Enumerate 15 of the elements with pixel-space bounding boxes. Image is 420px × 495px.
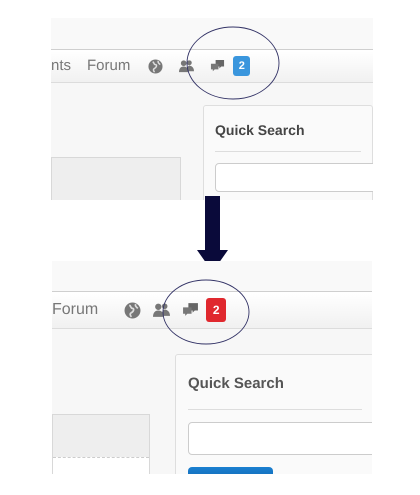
search-field[interactable] <box>215 163 373 192</box>
chat-bubbles-icon[interactable] <box>182 302 200 318</box>
users-icon[interactable] <box>153 302 170 318</box>
chat-bubbles-icon[interactable] <box>210 58 226 74</box>
nav-link[interactable]: Forum <box>87 54 130 78</box>
globe-icon[interactable] <box>148 58 164 74</box>
search-field[interactable] <box>188 422 372 454</box>
notification-badge[interactable]: 2 <box>206 298 226 322</box>
nav-link[interactable]: Forum <box>52 298 98 322</box>
card-title: Quick Search <box>215 120 361 152</box>
notification-badge[interactable]: 2 <box>233 56 250 76</box>
globe-icon[interactable] <box>124 302 142 318</box>
nav-link[interactable]: nts <box>51 54 72 78</box>
users-icon[interactable] <box>179 58 194 74</box>
card-title: Quick Search <box>188 373 362 410</box>
